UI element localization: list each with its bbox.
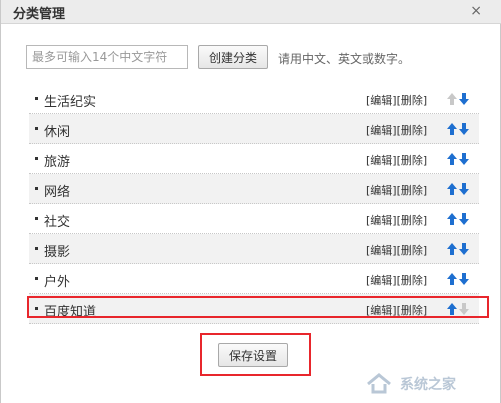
category-row: 户外 [编辑][删除] <box>29 264 479 294</box>
category-name: 网络 <box>44 185 71 200</box>
watermark-text: 系统之家 <box>400 377 456 393</box>
category-actions: [编辑][删除] <box>366 122 427 138</box>
reorder-controls <box>446 242 470 259</box>
delete-link[interactable]: [删除] <box>397 274 428 287</box>
watermark-logo-icon <box>367 373 391 394</box>
category-name: 户外 <box>44 275 71 290</box>
edit-link[interactable]: [编辑] <box>366 214 397 227</box>
close-icon[interactable]: × <box>470 2 482 20</box>
edit-link[interactable]: [编辑] <box>366 274 397 287</box>
delete-link[interactable]: [删除] <box>397 214 428 227</box>
category-list: 生活纪实 [编辑][删除] 休闲 [编辑][删除] 旅游 [编辑][删除] 网络 [编辑][删… <box>29 84 479 324</box>
arrow-down-icon[interactable] <box>458 122 470 136</box>
bullet-icon <box>35 187 38 190</box>
category-row: 生活纪实 [编辑][删除] <box>29 84 479 114</box>
arrow-down-icon[interactable] <box>458 152 470 166</box>
category-actions: [编辑][删除] <box>366 272 427 288</box>
create-category-button[interactable]: 创建分类 <box>198 45 268 69</box>
arrow-up-icon <box>446 92 458 106</box>
edit-link[interactable]: [编辑] <box>366 244 397 257</box>
category-actions: [编辑][删除] <box>366 152 427 168</box>
category-name: 旅游 <box>44 155 71 170</box>
category-actions: [编辑][删除] <box>366 242 427 258</box>
edit-link[interactable]: [编辑] <box>366 184 397 197</box>
arrow-up-icon[interactable] <box>446 272 458 286</box>
arrow-up-icon[interactable] <box>446 182 458 196</box>
delete-link[interactable]: [删除] <box>397 94 428 107</box>
dialog-title: 分类管理 <box>13 7 66 22</box>
category-row: 旅游 [编辑][删除] <box>29 144 479 174</box>
arrow-down-icon[interactable] <box>458 182 470 196</box>
arrow-up-icon[interactable] <box>446 122 458 136</box>
category-name-input[interactable] <box>26 45 188 69</box>
category-row: 网络 [编辑][删除] <box>29 174 479 204</box>
category-actions: [编辑][删除] <box>366 182 427 198</box>
bullet-icon <box>35 247 38 250</box>
category-row: 休闲 [编辑][删除] <box>29 114 479 144</box>
arrow-up-icon[interactable] <box>446 212 458 226</box>
category-row: 摄影 [编辑][删除] <box>29 234 479 264</box>
category-name: 社交 <box>44 215 71 230</box>
reorder-controls <box>446 152 470 169</box>
reorder-controls <box>446 182 470 199</box>
edit-link[interactable]: [编辑] <box>366 94 397 107</box>
category-name: 休闲 <box>44 125 71 140</box>
category-manager-dialog: 分类管理 × 创建分类 请用中文、英文或数字。 生活纪实[编辑][删除]休闲[编… <box>0 0 501 403</box>
arrow-down-icon[interactable] <box>458 212 470 226</box>
delete-link[interactable]: [删除] <box>397 244 428 257</box>
reorder-controls <box>446 92 470 109</box>
category-actions: [编辑][删除] <box>366 212 427 228</box>
category-name: 生活纪实 <box>44 95 97 110</box>
bullet-icon <box>35 277 38 280</box>
input-hint: 请用中文、英文或数字。 <box>278 52 411 66</box>
highlight-frame-row <box>27 296 489 318</box>
reorder-controls <box>446 272 470 289</box>
bullet-icon <box>35 97 38 100</box>
delete-link[interactable]: [删除] <box>397 154 428 167</box>
category-actions: [编辑][删除] <box>366 92 427 108</box>
bullet-icon <box>35 157 38 160</box>
bullet-icon <box>35 217 38 220</box>
arrow-down-icon[interactable] <box>458 242 470 256</box>
delete-link[interactable]: [删除] <box>397 184 428 197</box>
bullet-icon <box>35 127 38 130</box>
arrow-down-icon[interactable] <box>458 272 470 286</box>
arrow-down-icon[interactable] <box>458 92 470 106</box>
edit-link[interactable]: [编辑] <box>366 124 397 137</box>
arrow-up-icon[interactable] <box>446 152 458 166</box>
reorder-controls <box>446 122 470 139</box>
title-bar: 分类管理 × <box>1 0 501 24</box>
watermark: 系统之家 <box>366 370 496 398</box>
edit-link[interactable]: [编辑] <box>366 154 397 167</box>
arrow-up-icon[interactable] <box>446 242 458 256</box>
reorder-controls <box>446 212 470 229</box>
delete-link[interactable]: [删除] <box>397 124 428 137</box>
highlight-frame-save <box>200 333 311 376</box>
category-row: 社交 [编辑][删除] <box>29 204 479 234</box>
category-name: 摄影 <box>44 245 71 260</box>
